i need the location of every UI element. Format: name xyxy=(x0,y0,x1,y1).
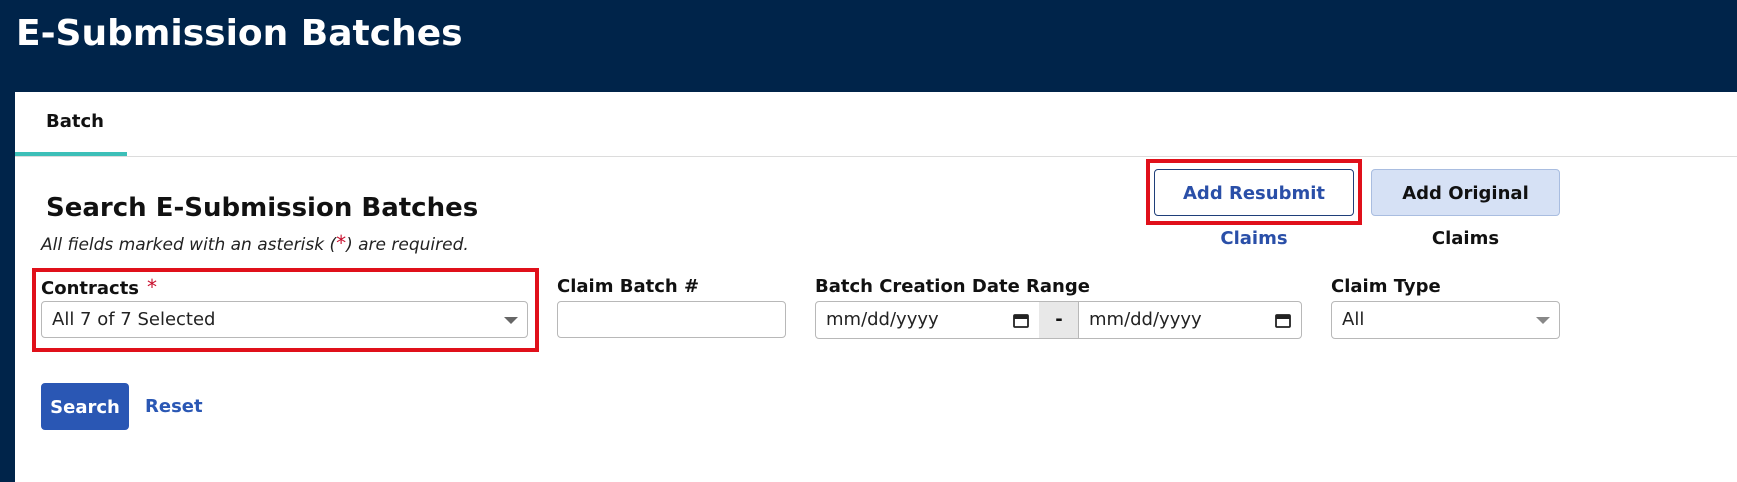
contracts-label: Contracts * xyxy=(41,275,158,299)
section-title: Search E-Submission Batches xyxy=(46,193,479,223)
add-original-claims-button[interactable]: Add Original Claims xyxy=(1371,169,1560,249)
claim-batch-label: Claim Batch # xyxy=(557,276,700,297)
date-range-separator: - xyxy=(1039,301,1079,339)
page-header: E-Submission Batches xyxy=(0,0,1737,92)
contracts-select[interactable]: All 7 of 7 Selected xyxy=(41,301,528,338)
date-range-label: Batch Creation Date Range xyxy=(815,276,1090,297)
tab-batch-label: Batch xyxy=(46,111,104,132)
claim-batch-input[interactable] xyxy=(557,301,786,338)
tab-batch[interactable]: Batch xyxy=(15,92,127,156)
chevron-down-icon xyxy=(1536,317,1550,324)
claim-type-label: Claim Type xyxy=(1331,276,1441,297)
claim-type-select-value: All xyxy=(1342,309,1365,330)
required-asterisk: * xyxy=(336,231,347,255)
content-panel: Batch Search E-Submission Batches Add Re… xyxy=(15,92,1737,482)
date-start-input[interactable]: mm/dd/yyyy xyxy=(815,301,1040,339)
add-resubmit-claims-button[interactable]: Add Resubmit Claims xyxy=(1154,169,1354,249)
required-note: All fields marked with an asterisk (*) a… xyxy=(41,231,469,255)
search-button[interactable]: Search xyxy=(41,383,129,430)
page-title: E-Submission Batches xyxy=(16,13,463,54)
date-end-input[interactable]: mm/dd/yyyy xyxy=(1078,301,1302,339)
calendar-icon[interactable] xyxy=(1013,313,1029,328)
contracts-select-value: All 7 of 7 Selected xyxy=(52,309,216,330)
chevron-down-icon xyxy=(504,317,518,324)
claim-type-select[interactable]: All xyxy=(1331,301,1560,339)
contracts-required-asterisk: * xyxy=(147,275,158,299)
reset-link[interactable]: Reset xyxy=(145,396,203,417)
tab-bar: Batch xyxy=(15,92,1737,157)
calendar-icon[interactable] xyxy=(1275,313,1291,328)
